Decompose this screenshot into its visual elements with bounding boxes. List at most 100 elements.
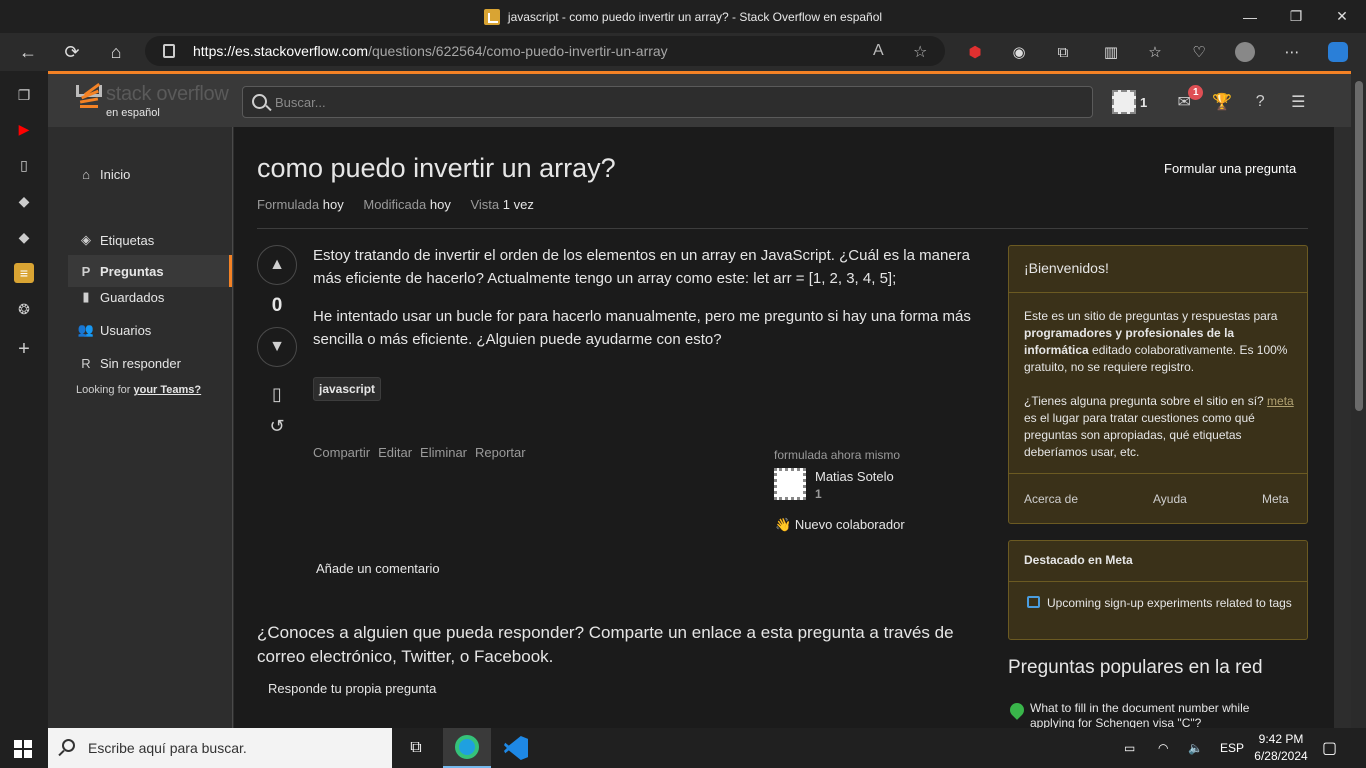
history-icon[interactable]: ↺: [257, 413, 297, 439]
window-title: javascript - como puedo invertir un arra…: [507, 9, 883, 24]
divider: [1009, 581, 1307, 582]
taskbar-clock[interactable]: 9:42 PM 6/28/2024: [1250, 731, 1312, 765]
adblock-extension-icon[interactable]: ⬢: [965, 42, 985, 62]
sidebar-item-label: Guardados: [100, 289, 165, 305]
favorite-star-icon[interactable]: ☆: [913, 42, 927, 62]
taskbar-search-placeholder: Escribe aquí para buscar.: [88, 740, 247, 756]
asked-value: hoy: [322, 197, 344, 212]
left-sidebar: ⌂ Inicio P Preguntas ◈ Etiquetas ▮ Guard…: [48, 127, 233, 728]
maximize-button[interactable]: ❐: [1273, 0, 1319, 33]
youtube-tab-icon[interactable]: ▶: [14, 119, 34, 139]
report-link[interactable]: Reportar: [475, 445, 526, 460]
hot-question-link[interactable]: What to fill in the document number whil…: [1030, 701, 1290, 728]
add-comment-link[interactable]: Añade un comentario: [316, 561, 440, 576]
sidebar-item-etiquetas[interactable]: ◈ Etiquetas: [68, 224, 232, 256]
question-title[interactable]: como puedo invertir un array?: [257, 153, 616, 184]
upvote-button[interactable]: ▲: [257, 245, 297, 285]
extension-icon[interactable]: ◉: [1009, 42, 1029, 62]
bookmark-icon[interactable]: ▯: [257, 381, 297, 407]
url-host: https://es.stackoverflow.com: [193, 43, 369, 59]
teams-link[interactable]: your Teams?: [134, 384, 202, 396]
new-tab-icon[interactable]: +: [14, 338, 34, 360]
tag-javascript[interactable]: javascript: [313, 377, 382, 401]
sidebar-item-label: Preguntas: [100, 263, 164, 279]
more-menu-icon[interactable]: ⋯: [1282, 42, 1302, 62]
help-link[interactable]: Ayuda: [1153, 492, 1187, 506]
stackoverflow-tab-icon[interactable]: ≡: [14, 263, 34, 283]
chatgpt-tab-icon[interactable]: ❂: [14, 299, 34, 319]
site-logo[interactable]: stack overflow en español: [76, 82, 236, 123]
windows-taskbar: Escribe aquí para buscar. ⧉ ▭ ◠ 🔈 ESP 9:…: [0, 728, 1366, 768]
back-icon[interactable]: ←: [6, 33, 50, 71]
refresh-icon[interactable]: ⟳: [50, 33, 94, 71]
sidebar-item-sin-responder[interactable]: R Sin responder: [68, 347, 232, 379]
answer-own-question-link[interactable]: Responde tu propia pregunta: [268, 681, 436, 696]
new-contributor-badge: 👋 Nuevo colaborador: [775, 517, 905, 533]
lock-icon: [163, 44, 175, 58]
taskbar-search-input[interactable]: Escribe aquí para buscar.: [48, 728, 392, 768]
favorites-icon[interactable]: ☆: [1145, 42, 1165, 62]
split-screen-icon[interactable]: ▥: [1101, 42, 1121, 62]
modified-value[interactable]: hoy: [430, 197, 451, 212]
topbar-icons: 1 ✉ 1 🏆 ? ☰: [1108, 85, 1325, 118]
sidebar-item-inicio[interactable]: ⌂ Inicio: [68, 158, 232, 190]
chat-bubble-icon: [1027, 596, 1040, 608]
questions-icon: P: [81, 263, 91, 279]
read-aloud-icon[interactable]: A: [873, 42, 884, 60]
downvote-button[interactable]: ▼: [257, 327, 297, 367]
search-input[interactable]: Buscar...: [242, 86, 1093, 118]
meta-footer-link[interactable]: Meta: [1262, 492, 1289, 506]
stackoverflow-logo-icon: [76, 82, 102, 115]
user-avatar[interactable]: [1112, 90, 1136, 114]
volume-icon[interactable]: 🔈: [1188, 728, 1203, 768]
extensions-puzzle-icon[interactable]: ⧉: [1053, 42, 1073, 62]
featured-item-link[interactable]: Upcoming sign-up experiments related to …: [1047, 595, 1297, 612]
sidebar-item-usuarios[interactable]: 👥 Usuarios: [68, 314, 232, 346]
edit-link[interactable]: Editar: [378, 445, 412, 460]
site-switcher-icon[interactable]: ☰: [1287, 91, 1309, 113]
sidebar-item-label: Usuarios: [100, 322, 152, 338]
vscode-taskbar-icon[interactable]: [492, 728, 540, 768]
minimize-button[interactable]: —: [1227, 0, 1273, 33]
ask-question-button[interactable]: Formular una pregunta: [1154, 161, 1306, 176]
author-name[interactable]: Matias Sotelo: [815, 469, 894, 484]
wifi-icon[interactable]: ◠: [1158, 728, 1168, 768]
battery-icon[interactable]: ▭: [1124, 728, 1135, 768]
inbox-badge: 1: [1188, 85, 1204, 100]
welcome-title: ¡Bienvenidos!: [1024, 260, 1109, 276]
profile-avatar-icon[interactable]: [1235, 42, 1255, 62]
about-link[interactable]: Acerca de: [1024, 492, 1078, 506]
author-avatar[interactable]: [774, 468, 806, 500]
tab-icon[interactable]: ◆: [14, 227, 34, 247]
modified-label: Modificada: [363, 197, 427, 212]
browser-essentials-icon[interactable]: ♡: [1189, 42, 1209, 62]
browser-sidebar: ❐ ▶ ▯ ◆ ◆ ≡ ❂ +: [0, 71, 48, 728]
help-icon[interactable]: ?: [1249, 91, 1271, 113]
featured-meta-box: Destacado en Meta Upcoming sign-up exper…: [1008, 540, 1308, 640]
tab-actions-icon[interactable]: ❐: [14, 85, 34, 105]
document-tab-icon[interactable]: ▯: [14, 155, 34, 175]
achievements-trophy-icon[interactable]: 🏆: [1211, 91, 1233, 113]
edge-taskbar-icon[interactable]: [443, 728, 491, 768]
question-main: como puedo invertir un array? Formular u…: [234, 127, 1334, 728]
windows-start-icon[interactable]: [14, 740, 32, 758]
task-view-icon[interactable]: ⧉: [392, 728, 440, 768]
scrollbar-thumb[interactable]: [1355, 81, 1363, 411]
close-button[interactable]: ✕: [1319, 0, 1365, 33]
input-language[interactable]: ESP: [1220, 728, 1244, 768]
question-meta: Formulada hoy Modificada hoy Vista 1 vez: [257, 197, 550, 212]
welcome-text-part: ¿Tienes alguna pregunta sobre el sitio e…: [1024, 394, 1268, 408]
page-scrollbar[interactable]: [1351, 71, 1366, 728]
copilot-icon[interactable]: [1328, 42, 1348, 62]
welcome-box: ¡Bienvenidos! Este es un sitio de pregun…: [1008, 245, 1308, 524]
address-bar[interactable]: https://es.stackoverflow.com/questions/6…: [145, 36, 945, 66]
inbox-icon[interactable]: ✉ 1: [1173, 85, 1204, 113]
notifications-icon[interactable]: ▢: [1322, 728, 1337, 768]
delete-link[interactable]: Eliminar: [420, 445, 467, 460]
meta-link[interactable]: meta: [1267, 394, 1294, 408]
sidebar-item-guardados[interactable]: ▮ Guardados: [68, 281, 232, 313]
home-icon[interactable]: ⌂: [94, 33, 138, 71]
viewed-label: Vista: [470, 197, 500, 212]
share-link[interactable]: Compartir: [313, 445, 370, 460]
tab-icon[interactable]: ◆: [14, 191, 34, 211]
